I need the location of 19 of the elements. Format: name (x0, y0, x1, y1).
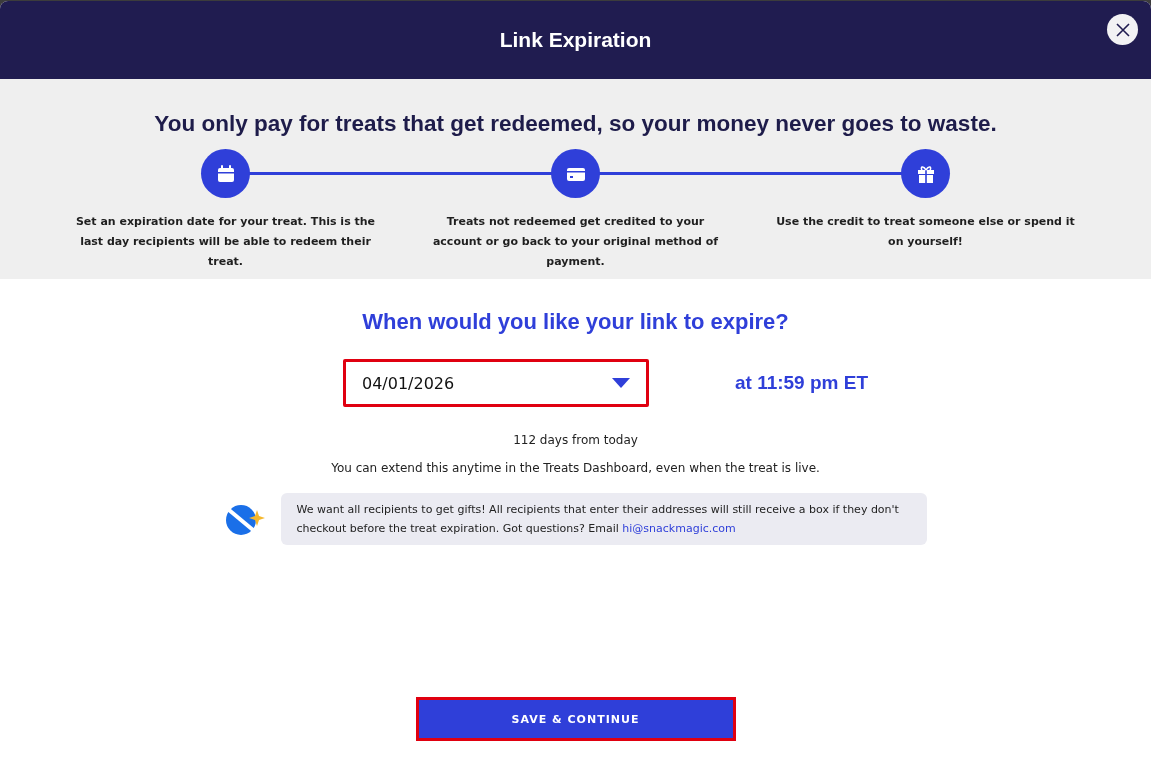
question-heading: When would you like your link to expire? (362, 309, 789, 335)
step-text: Treats not redeemed get credited to your account or go back to your original method of payment. (431, 214, 720, 270)
step-text: Use the credit to treat someone else or spend it on yourself! (775, 214, 1076, 250)
banner-headline: You only pay for treats that get redeemed, so your money never goes to waste. (154, 111, 997, 137)
close-button[interactable] (1107, 14, 1138, 45)
calendar-icon (215, 163, 236, 184)
date-dropdown[interactable]: 04/01/2026 (342, 359, 649, 407)
step-text: Set an expiration date for your treat. This is the last day recipients will be able to redeem their treat. (75, 214, 376, 270)
email-link[interactable]: hi@snackmagic.com (622, 522, 736, 535)
save-continue-button[interactable]: SAVE & CONTINUE (415, 697, 736, 741)
close-icon (1115, 22, 1130, 37)
days-note: 112 days from today (513, 433, 638, 447)
time-label: at 11:59 pm ET (734, 372, 869, 394)
info-text: We want all recipients to get gifts! All recipients that enter their addresses will still receive a box if they don't checkout before the treat expiration. Got questions? Email hi@snackmagic.com (296, 502, 900, 537)
logo-icon (224, 502, 265, 536)
gift-icon (915, 163, 936, 184)
extend-note: You can extend this anytime in the Treats Dashboard, even when the treat is live. (331, 461, 820, 475)
caret-icon (611, 378, 630, 388)
dialog-title: Link Expiration (499, 28, 652, 52)
